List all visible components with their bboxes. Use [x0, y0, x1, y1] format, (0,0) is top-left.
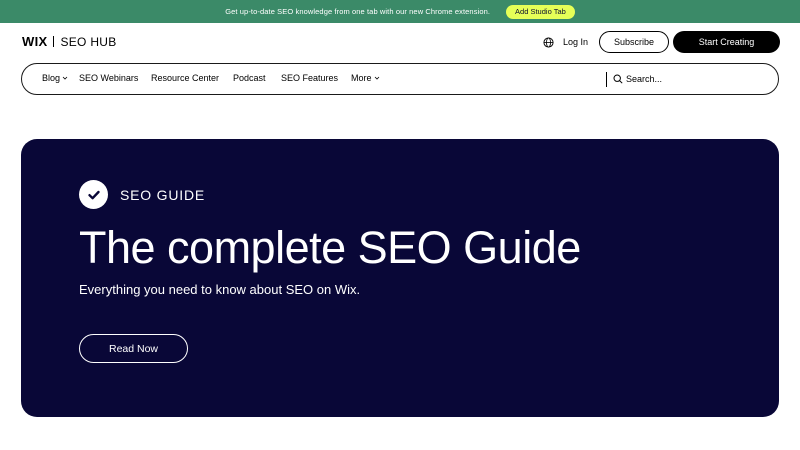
- logo-brand: WIX: [22, 34, 48, 49]
- add-studio-tab-button[interactable]: Add Studio Tab: [506, 4, 575, 19]
- logo-divider: [53, 36, 55, 47]
- nav-item-label: More: [351, 73, 372, 83]
- checkmark-icon: [87, 190, 100, 199]
- promo-text: Get up-to-date SEO knowledge from one ta…: [225, 7, 491, 16]
- nav-item-more[interactable]: More: [351, 73, 380, 83]
- search-input[interactable]: [626, 70, 766, 88]
- subscribe-button[interactable]: Subscribe: [599, 31, 669, 53]
- nav-item-blog[interactable]: Blog: [42, 73, 68, 83]
- hero-eyebrow: SEO GUIDE: [120, 187, 205, 203]
- hero-subtitle: Everything you need to know about SEO on…: [79, 282, 361, 297]
- site-header: WIX SEO HUB Log In Subscribe Start Creat…: [0, 23, 800, 61]
- read-now-button[interactable]: Read Now: [79, 334, 188, 363]
- hero-title: The complete SEO Guide: [79, 222, 581, 273]
- start-creating-button[interactable]: Start Creating: [673, 31, 780, 53]
- nav-item-label: SEO Webinars: [79, 73, 139, 83]
- nav-item-label: SEO Features: [281, 73, 339, 83]
- globe-icon[interactable]: [543, 37, 554, 48]
- logo-product: SEO HUB: [60, 34, 117, 49]
- login-link[interactable]: Log In: [563, 37, 588, 47]
- nav-item-label: Resource Center: [151, 73, 220, 83]
- main-navigation: Blog SEO Webinars Resource Center Podcas…: [21, 63, 779, 95]
- nav-item-seo-features[interactable]: SEO Features: [281, 73, 338, 83]
- nav-item-label: Blog: [42, 73, 61, 83]
- guide-badge: [79, 180, 108, 209]
- search-icon: [613, 74, 623, 84]
- search-divider: [606, 72, 607, 87]
- chevron-down-icon: [62, 76, 68, 80]
- nav-item-resource-center[interactable]: Resource Center: [151, 73, 219, 83]
- nav-item-seo-webinars[interactable]: SEO Webinars: [79, 73, 138, 83]
- wix-seo-hub-logo[interactable]: WIX SEO HUB: [22, 34, 117, 49]
- nav-item-podcast[interactable]: Podcast: [233, 73, 266, 83]
- chevron-down-icon: [374, 76, 379, 80]
- nav-item-label: Podcast: [233, 73, 266, 83]
- hero-banner: SEO GUIDE The complete SEO Guide Everyth…: [21, 139, 779, 417]
- promo-banner: Get up-to-date SEO knowledge from one ta…: [0, 0, 800, 23]
